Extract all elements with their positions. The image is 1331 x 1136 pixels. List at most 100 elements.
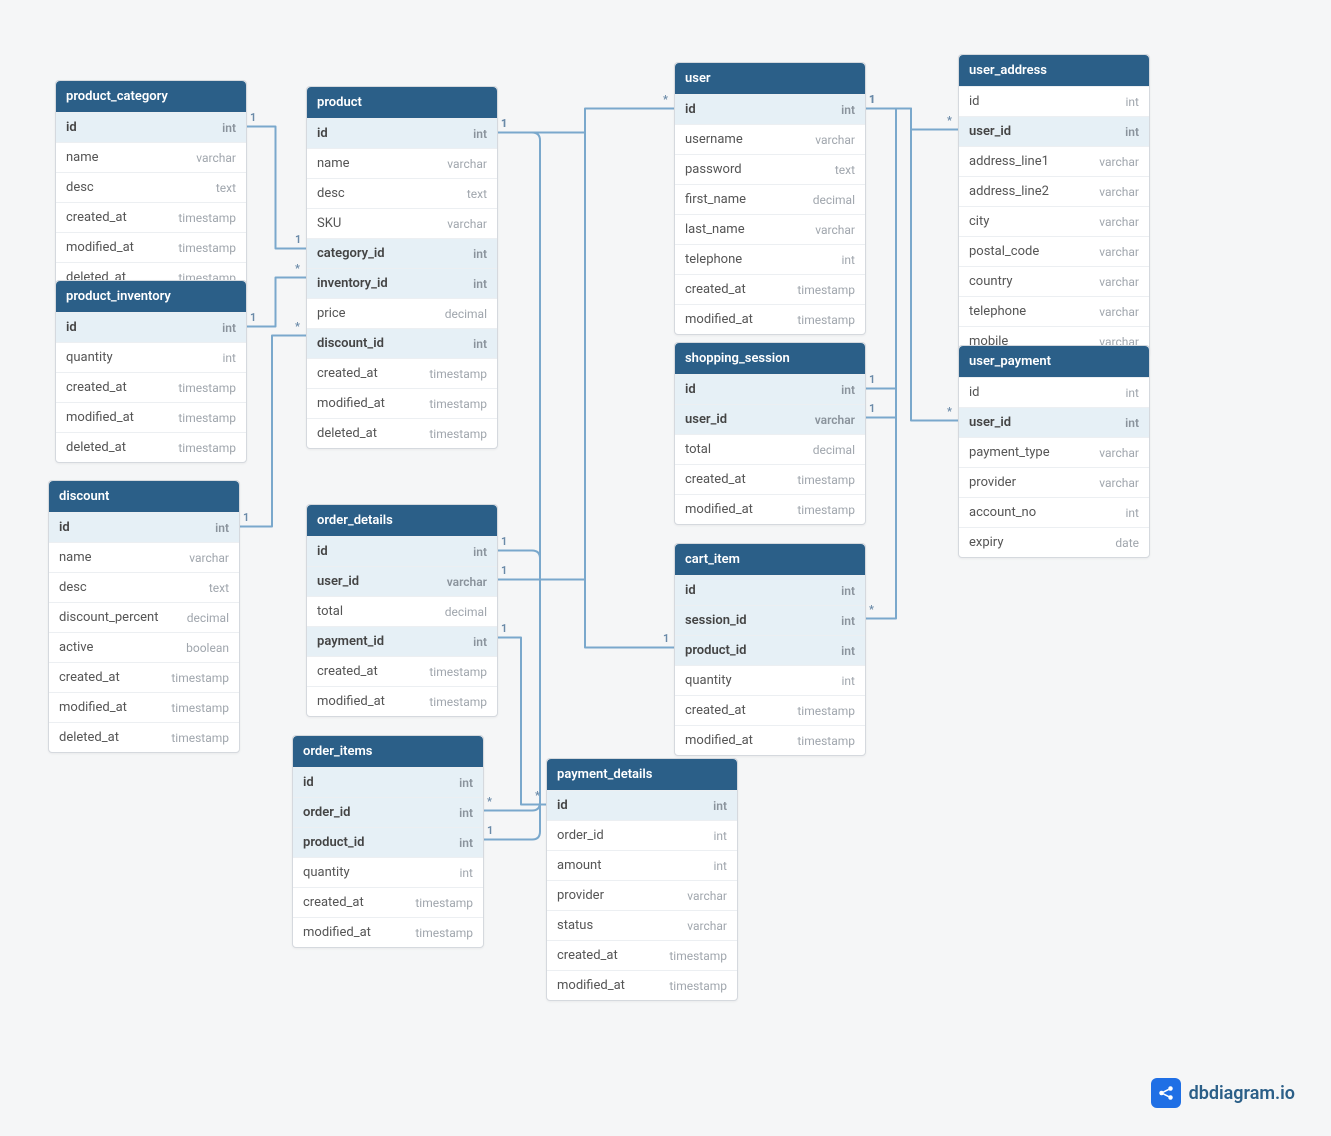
column-row[interactable]: idint [307, 118, 497, 148]
column-row[interactable]: payment_typevarchar [959, 437, 1149, 467]
column-row[interactable]: product_idint [293, 827, 483, 857]
column-row[interactable]: telephonevarchar [959, 296, 1149, 326]
table-user_address[interactable]: user_addressidintuser_idintaddress_line1… [958, 54, 1150, 357]
column-row[interactable]: providervarchar [959, 467, 1149, 497]
column-row[interactable]: idint [547, 790, 737, 820]
column-row[interactable]: providervarchar [547, 880, 737, 910]
table-header[interactable]: product_inventory [56, 281, 246, 312]
column-row[interactable]: statusvarchar [547, 910, 737, 940]
table-payment_details[interactable]: payment_detailsidintorder_idintamountint… [546, 758, 738, 1001]
column-row[interactable]: last_namevarchar [675, 214, 865, 244]
column-row[interactable]: created_attimestamp [49, 662, 239, 692]
table-order_details[interactable]: order_detailsidintuser_idvarchartotaldec… [306, 504, 498, 717]
table-header[interactable]: product_category [56, 81, 246, 112]
column-row[interactable]: totaldecimal [675, 434, 865, 464]
column-row[interactable]: telephoneint [675, 244, 865, 274]
column-row[interactable]: countryvarchar [959, 266, 1149, 296]
column-row[interactable]: desctext [307, 178, 497, 208]
column-row[interactable]: modified_attimestamp [675, 494, 865, 524]
column-row[interactable]: modified_attimestamp [675, 725, 865, 755]
column-row[interactable]: namevarchar [56, 142, 246, 172]
column-row[interactable]: quantityint [675, 665, 865, 695]
column-row[interactable]: created_attimestamp [547, 940, 737, 970]
column-row[interactable]: created_attimestamp [293, 887, 483, 917]
column-row[interactable]: deleted_attimestamp [56, 432, 246, 462]
column-row[interactable]: created_attimestamp [307, 358, 497, 388]
table-product_category[interactable]: product_categoryidintnamevarchardesctext… [55, 80, 247, 293]
column-row[interactable]: modified_attimestamp [675, 304, 865, 334]
diagram-canvas[interactable]: product_categoryidintnamevarchardesctext… [0, 0, 1331, 1136]
column-row[interactable]: idint [675, 94, 865, 124]
column-row[interactable]: modified_attimestamp [293, 917, 483, 947]
column-row[interactable]: user_idvarchar [675, 404, 865, 434]
column-row[interactable]: created_attimestamp [56, 202, 246, 232]
table-header[interactable]: product [307, 87, 497, 118]
column-row[interactable]: user_idint [959, 407, 1149, 437]
column-row[interactable]: idint [49, 512, 239, 542]
table-header[interactable]: user_payment [959, 346, 1149, 377]
table-header[interactable]: shopping_session [675, 343, 865, 374]
column-row[interactable]: amountint [547, 850, 737, 880]
column-row[interactable]: pricedecimal [307, 298, 497, 328]
column-row[interactable]: modified_attimestamp [56, 232, 246, 262]
table-header[interactable]: order_items [293, 736, 483, 767]
table-shopping_session[interactable]: shopping_sessionidintuser_idvarchartotal… [674, 342, 866, 525]
column-row[interactable]: cityvarchar [959, 206, 1149, 236]
column-row[interactable]: discount_percentdecimal [49, 602, 239, 632]
column-row[interactable]: created_attimestamp [675, 695, 865, 725]
table-discount[interactable]: discountidintnamevarchardesctextdiscount… [48, 480, 240, 753]
column-row[interactable]: desctext [56, 172, 246, 202]
table-header[interactable]: user_address [959, 55, 1149, 86]
table-user[interactable]: useridintusernamevarcharpasswordtextfirs… [674, 62, 866, 335]
column-row[interactable]: discount_idint [307, 328, 497, 358]
column-row[interactable]: modified_attimestamp [307, 388, 497, 418]
column-row[interactable]: deleted_attimestamp [307, 418, 497, 448]
column-row[interactable]: passwordtext [675, 154, 865, 184]
table-header[interactable]: payment_details [547, 759, 737, 790]
column-row[interactable]: modified_attimestamp [56, 402, 246, 432]
column-row[interactable]: idint [959, 377, 1149, 407]
column-row[interactable]: expirydate [959, 527, 1149, 557]
column-row[interactable]: address_line2varchar [959, 176, 1149, 206]
table-header[interactable]: order_details [307, 505, 497, 536]
table-cart_item[interactable]: cart_itemidintsession_idintproduct_idint… [674, 543, 866, 756]
table-header[interactable]: user [675, 63, 865, 94]
column-row[interactable]: idint [56, 312, 246, 342]
column-row[interactable]: created_attimestamp [675, 274, 865, 304]
column-row[interactable]: modified_attimestamp [49, 692, 239, 722]
column-row[interactable]: usernamevarchar [675, 124, 865, 154]
column-row[interactable]: modified_attimestamp [547, 970, 737, 1000]
column-row[interactable]: desctext [49, 572, 239, 602]
column-row[interactable]: created_attimestamp [675, 464, 865, 494]
table-user_payment[interactable]: user_paymentidintuser_idintpayment_typev… [958, 345, 1150, 558]
table-header[interactable]: discount [49, 481, 239, 512]
column-row[interactable]: idint [675, 575, 865, 605]
column-row[interactable]: SKUvarchar [307, 208, 497, 238]
column-row[interactable]: created_attimestamp [56, 372, 246, 402]
column-row[interactable]: idint [293, 767, 483, 797]
table-product_inventory[interactable]: product_inventoryidintquantityintcreated… [55, 280, 247, 463]
column-row[interactable]: session_idint [675, 605, 865, 635]
column-row[interactable]: deleted_attimestamp [49, 722, 239, 752]
column-row[interactable]: activeboolean [49, 632, 239, 662]
column-row[interactable]: created_attimestamp [307, 656, 497, 686]
column-row[interactable]: modified_attimestamp [307, 686, 497, 716]
column-row[interactable]: payment_idint [307, 626, 497, 656]
column-row[interactable]: address_line1varchar [959, 146, 1149, 176]
column-row[interactable]: first_namedecimal [675, 184, 865, 214]
column-row[interactable]: account_noint [959, 497, 1149, 527]
column-row[interactable]: totaldecimal [307, 596, 497, 626]
column-row[interactable]: order_idint [293, 797, 483, 827]
column-row[interactable]: idint [675, 374, 865, 404]
column-row[interactable]: namevarchar [307, 148, 497, 178]
column-row[interactable]: idint [307, 536, 497, 566]
table-order_items[interactable]: order_itemsidintorder_idintproduct_idint… [292, 735, 484, 948]
column-row[interactable]: product_idint [675, 635, 865, 665]
column-row[interactable]: quantityint [56, 342, 246, 372]
column-row[interactable]: order_idint [547, 820, 737, 850]
column-row[interactable]: user_idint [959, 116, 1149, 146]
table-product[interactable]: productidintnamevarchardesctextSKUvarcha… [306, 86, 498, 449]
table-header[interactable]: cart_item [675, 544, 865, 575]
column-row[interactable]: idint [959, 86, 1149, 116]
column-row[interactable]: quantityint [293, 857, 483, 887]
